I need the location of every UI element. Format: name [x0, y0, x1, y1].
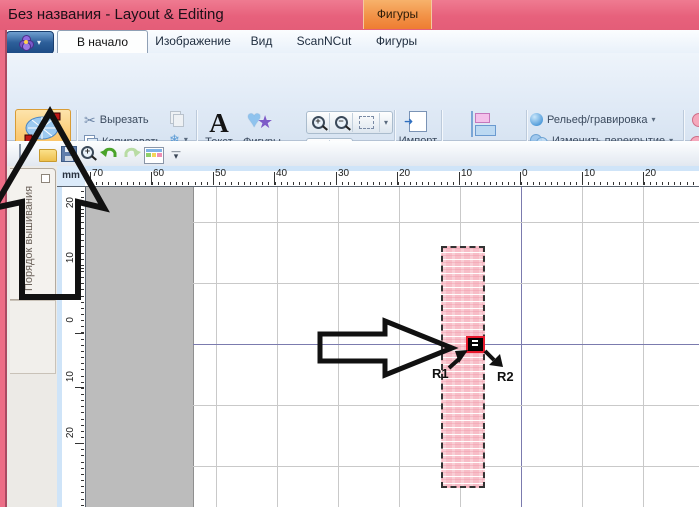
contextual-tab-header[interactable]: Фигуры	[363, 0, 432, 29]
zoom-button[interactable]: +	[81, 146, 99, 164]
undo-icon	[100, 147, 117, 157]
design-settings-button[interactable]	[144, 145, 164, 164]
tab-image[interactable]: Изображение	[146, 30, 240, 52]
undo-button[interactable]	[99, 144, 117, 162]
save-button[interactable]	[61, 145, 79, 163]
pane-square-icon	[41, 174, 50, 183]
selection-oval-icon	[24, 112, 61, 143]
cut-button[interactable]: ✂ Вырезать	[84, 111, 149, 128]
ruler-number: 10	[65, 371, 76, 383]
clipped-icon[interactable]	[692, 113, 699, 127]
annotation-label-r1: R1	[432, 366, 449, 381]
zoom-in-button[interactable]: +	[307, 113, 330, 132]
ribbon: Выделить ▾ Выделить ✂ Вырезать Копироват…	[0, 53, 699, 188]
duplicate-icon[interactable]	[170, 111, 184, 127]
new-document-button[interactable]	[19, 144, 37, 163]
tab-scanncut[interactable]: ScanNCut	[283, 30, 365, 52]
zoom-select-button[interactable]	[353, 113, 380, 132]
ruler-number: 50	[215, 168, 227, 179]
zoom-select-icon	[358, 116, 374, 129]
design-canvas[interactable]	[86, 187, 699, 507]
heart-star-icon: ♥ ★	[247, 106, 274, 133]
ruler-number: 20	[399, 168, 411, 179]
horizontal-ruler-band	[85, 166, 699, 171]
arrange-icon	[469, 111, 499, 137]
annotation-label-r2: R2	[497, 369, 514, 384]
pe-design-window: { "window": { "title": "Без названия - L…	[0, 0, 699, 507]
design-settings-icon	[144, 147, 164, 164]
zoom-toolbox: + − ▾	[306, 111, 393, 134]
save-icon	[61, 146, 77, 162]
zoom-dropdown[interactable]: ▾	[380, 113, 392, 132]
ruler-number: 10	[65, 252, 76, 264]
ruler-number: 10	[461, 168, 473, 179]
zoom-out-icon: −	[334, 116, 348, 129]
horizontal-ruler: 70 60 50 40 30 20 10 0 10 20	[85, 166, 699, 187]
ruler-number: 20	[65, 197, 76, 209]
ruler-number: 0	[522, 168, 528, 179]
ruler-number: 0	[65, 317, 76, 323]
sewing-order-pane-tab[interactable]: Порядок вышивания	[10, 168, 56, 300]
ruler-number: 40	[276, 168, 288, 179]
ruler-number: 60	[153, 168, 165, 179]
redo-button[interactable]	[123, 144, 141, 162]
window-title: Без названия - Layout & Editing	[8, 6, 224, 23]
chevron-down-icon: ▾	[36, 38, 41, 47]
ruler-number: 20	[645, 168, 657, 179]
ruler-unit-label: mm	[57, 166, 85, 187]
scissors-icon: ✂	[84, 111, 96, 128]
chevron-down-icon: ▾	[651, 115, 656, 124]
ruler-number: 10	[584, 168, 596, 179]
out-of-design-area	[86, 187, 194, 507]
sewing-order-tab-label: Порядок вышивания	[23, 185, 35, 291]
open-button[interactable]	[39, 145, 57, 163]
ruler-number: 20	[65, 427, 76, 439]
zoom-in-icon: +	[311, 116, 325, 129]
import-icon	[404, 111, 427, 132]
toolbar-overflow-button[interactable]: — ▾	[171, 147, 181, 167]
new-document-icon	[19, 144, 21, 163]
tab-shapes[interactable]: Фигуры	[365, 30, 428, 52]
vertical-ruler-band	[57, 187, 62, 507]
emboss-icon	[530, 113, 543, 126]
tab-home[interactable]: В начало	[57, 30, 148, 53]
letter-a-icon: A	[209, 108, 229, 138]
tab-view[interactable]: Вид	[240, 30, 283, 52]
magnifier-icon: +	[81, 146, 94, 159]
ruler-number: 30	[338, 168, 350, 179]
vertical-ruler: 20 10 0 10 20	[57, 187, 86, 507]
ruler-number: 70	[92, 168, 104, 179]
title-bar[interactable]: Без названия - Layout & Editing	[0, 0, 699, 30]
selected-node-handle[interactable]	[466, 336, 485, 353]
pane-tab-empty[interactable]	[10, 300, 56, 374]
chevron-down-icon: ▾	[383, 118, 388, 127]
redo-icon	[124, 147, 141, 157]
zoom-out-button[interactable]: −	[330, 113, 353, 132]
emboss-button[interactable]: Рельеф/гравировка ▾	[530, 111, 655, 128]
application-menu-button[interactable]: ▾	[6, 31, 54, 54]
open-folder-icon	[39, 149, 57, 162]
pansy-flower-icon	[18, 35, 34, 51]
